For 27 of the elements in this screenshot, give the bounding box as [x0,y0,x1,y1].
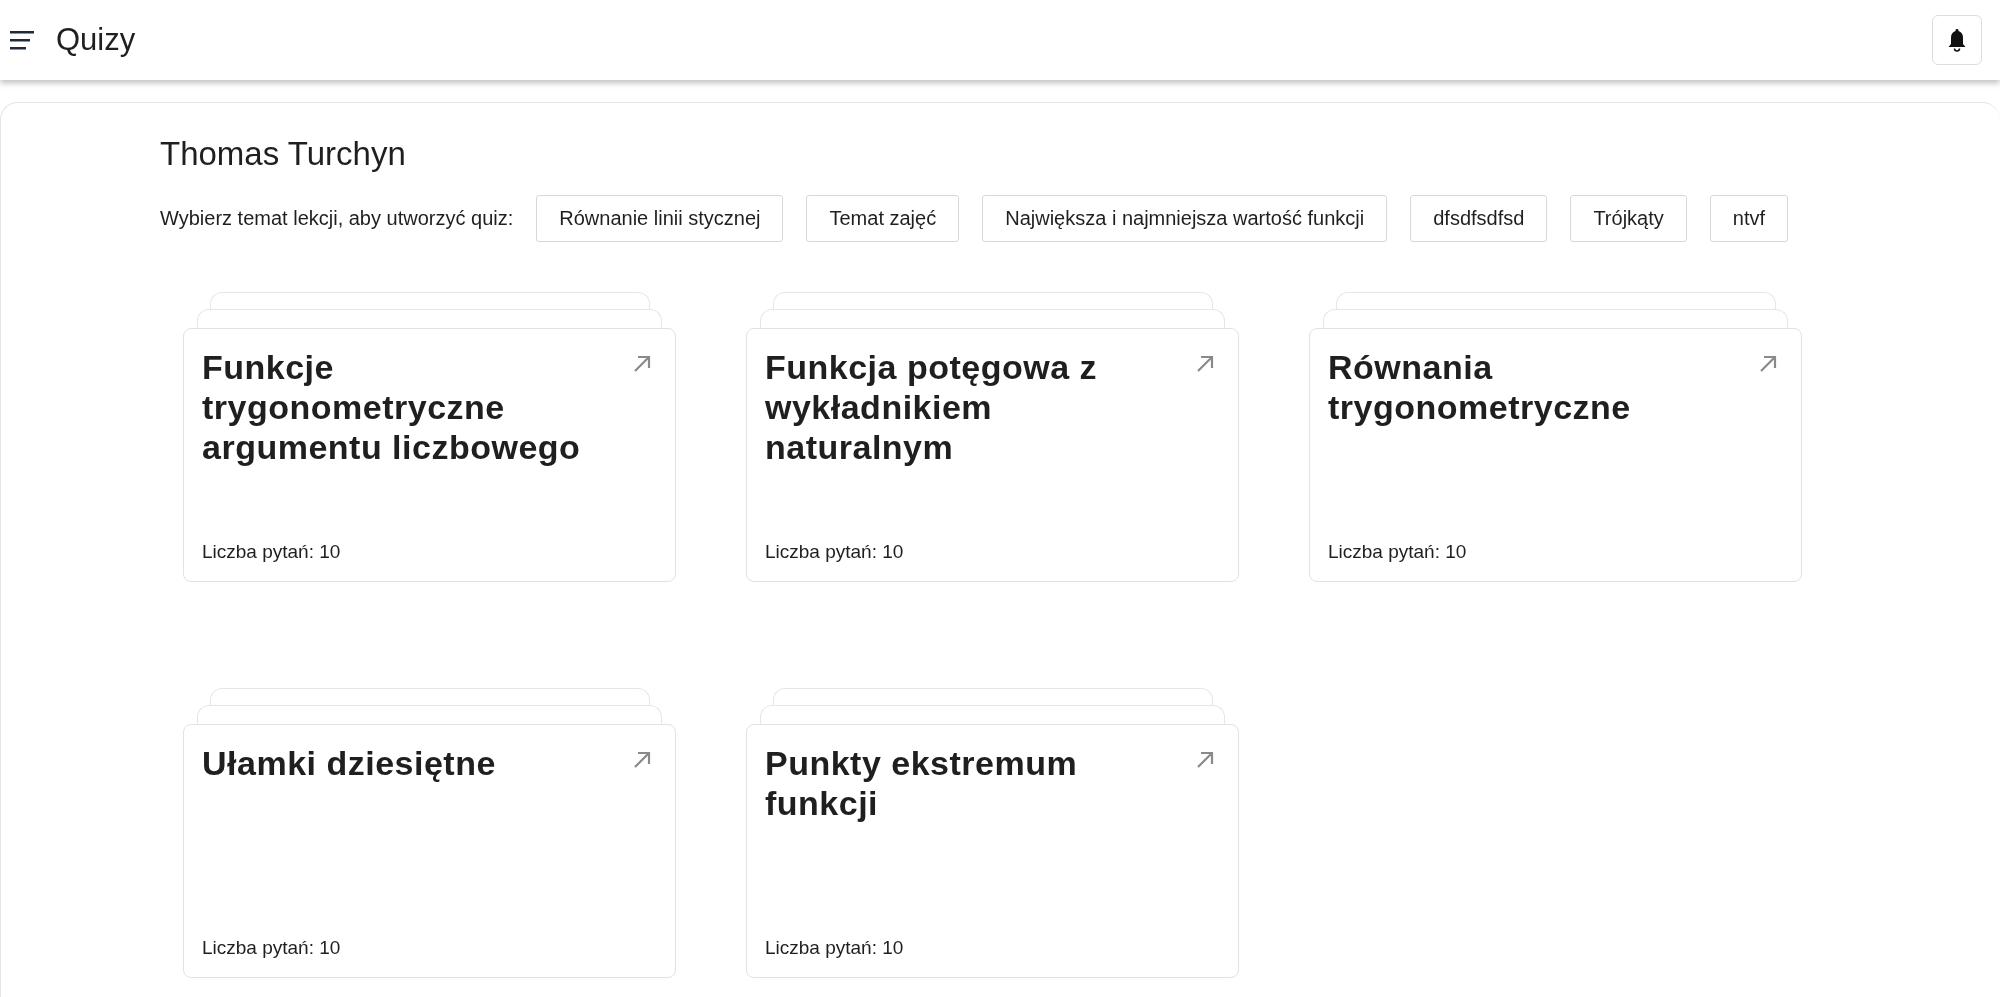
topic-button[interactable]: Największa i najmniejsza wartość funkcji [982,195,1388,242]
topic-button[interactable]: Równanie linii stycznej [536,195,784,242]
bell-icon [1946,28,1968,52]
question-count: Liczba pytań: 10 [202,937,342,959]
topic-button[interactable]: dfsdfsdfsd [1410,195,1548,242]
quiz-title: Funkcja potęgowa z wykładnikiem naturalnym [765,347,1099,467]
user-name: Thomas Turchyn [160,135,407,173]
quiz-title: Równania trygonometryczne [1328,347,1632,427]
topic-button[interactable]: Temat zajęć [806,195,960,242]
topic-button[interactable]: Trójkąty [1570,195,1687,242]
quiz-title: Punkty ekstremum funkcji [765,743,1079,823]
notifications-button[interactable] [1932,15,1982,65]
quiz-card[interactable]: Funkcja potęgowa z wykładnikiem naturalnym Liczba pytań: 10 [746,328,1239,582]
question-count: Liczba pytań: 10 [202,541,342,563]
quiz-card[interactable]: Punkty ekstremum funkcji Liczba pytań: 10 [746,724,1239,978]
quiz-card[interactable]: Ułamki dziesiętne Liczba pytań: 10 [183,724,676,978]
quiz-card[interactable]: Równania trygonometryczne Liczba pytań: 10 [1309,328,1802,582]
quiz-card[interactable]: Funkcje trygonometryczne argumentu liczbowego Liczba pytań: 10 [183,328,676,582]
question-count: Liczba pytań: 10 [765,541,905,563]
question-count: Liczba pytań: 10 [765,937,905,959]
question-count: Liczba pytań: 10 [1328,541,1468,563]
topic-button[interactable]: ntvf [1709,195,1788,242]
app-title: Quizy [56,22,137,58]
quiz-title: Ułamki dziesiętne [202,743,497,783]
topic-prompt: Wybierz temat lekcji, aby utworzyć quiz: [160,207,514,230]
menu-icon[interactable] [10,30,36,50]
quiz-title: Funkcje trygonometryczne argumentu liczbowego [202,347,582,467]
